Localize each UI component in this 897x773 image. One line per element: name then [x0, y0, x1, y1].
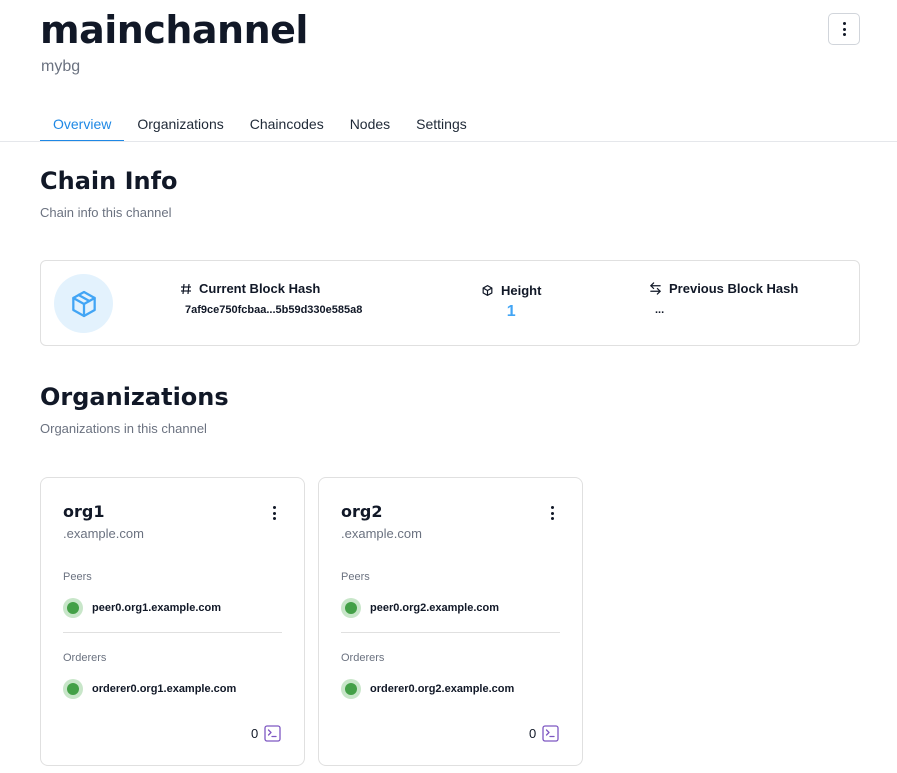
chaincode-count-value: 0: [529, 726, 537, 741]
org-card-org2[interactable]: org2 .example.com Peers peer0.org2.examp…: [318, 477, 583, 766]
cube-icon: [71, 290, 96, 317]
tab-chaincodes[interactable]: Chaincodes: [237, 106, 337, 142]
peer-node[interactable]: peer0.org2.example.com: [341, 598, 499, 618]
orderers-label: Orderers: [63, 652, 107, 664]
cube-small-icon: [482, 285, 493, 296]
peer-name: peer0.org1.example.com: [92, 602, 222, 614]
tab-bar: Overview Organizations Chaincodes Nodes …: [40, 106, 480, 142]
chaincode-count[interactable]: 0: [529, 725, 559, 742]
current-block-hash-label: Current Block Hash: [199, 281, 321, 296]
status-online-icon: [63, 598, 83, 618]
terminal-icon: [542, 725, 559, 742]
previous-block-hash-label: Previous Block Hash: [669, 281, 799, 296]
tab-settings[interactable]: Settings: [403, 106, 480, 142]
org-name: org2: [341, 502, 383, 521]
chain-info-card: Current Block Hash 7af9ce750fcbaa...5b59…: [40, 260, 860, 346]
org-menu-button[interactable]: [268, 504, 280, 522]
page-subtitle: mybg: [41, 58, 81, 75]
kebab-menu-icon: [272, 506, 276, 520]
chain-info-title: Chain Info: [40, 167, 178, 195]
current-block-hash: Current Block Hash 7af9ce750fcbaa...5b59…: [180, 281, 362, 316]
organizations-subtitle: Organizations in this channel: [40, 421, 207, 436]
chaincode-count[interactable]: 0: [251, 725, 281, 742]
peers-label: Peers: [63, 571, 92, 583]
orderer-name: orderer0.org2.example.com: [370, 683, 515, 695]
block-avatar: [54, 274, 113, 333]
height-value: 1: [506, 303, 516, 320]
orderer-node[interactable]: orderer0.org1.example.com: [63, 679, 236, 699]
tabs-divider: [0, 141, 897, 142]
tab-overview[interactable]: Overview: [40, 106, 125, 142]
swap-arrows-icon: [650, 282, 661, 295]
hash-icon: [181, 283, 191, 294]
organizations-title: Organizations: [40, 383, 229, 411]
kebab-menu-icon: [550, 506, 554, 520]
orderer-name: orderer0.org1.example.com: [92, 683, 237, 695]
status-online-icon: [341, 598, 361, 618]
height-label: Height: [501, 283, 542, 298]
org-domain: .example.com: [341, 526, 422, 541]
peer-node[interactable]: peer0.org1.example.com: [63, 598, 221, 618]
more-options-button[interactable]: [828, 13, 860, 45]
page-title: mainchannel: [40, 8, 308, 52]
divider: [341, 632, 560, 633]
peers-label: Peers: [341, 571, 370, 583]
org-card-org1[interactable]: org1 .example.com Peers peer0.org1.examp…: [40, 477, 305, 766]
orderer-node[interactable]: orderer0.org2.example.com: [341, 679, 514, 699]
orderers-label: Orderers: [341, 652, 385, 664]
status-online-icon: [341, 679, 361, 699]
chain-height: Height 1: [481, 283, 541, 321]
org-domain: .example.com: [63, 526, 144, 541]
org-menu-button[interactable]: [546, 504, 558, 522]
kebab-menu-icon: [842, 22, 846, 36]
divider: [63, 632, 282, 633]
tab-nodes[interactable]: Nodes: [337, 106, 403, 142]
peer-name: peer0.org2.example.com: [370, 602, 500, 614]
status-online-icon: [63, 679, 83, 699]
current-block-hash-value: 7af9ce750fcbaa...5b59d330e585a8: [185, 304, 363, 316]
org-name: org1: [63, 502, 105, 521]
tab-organizations[interactable]: Organizations: [124, 106, 236, 142]
chain-info-subtitle: Chain info this channel: [40, 205, 172, 220]
chaincode-count-value: 0: [251, 726, 259, 741]
terminal-icon: [264, 725, 281, 742]
previous-block-hash-value: ...: [655, 304, 665, 316]
previous-block-hash: Previous Block Hash ...: [649, 281, 798, 316]
